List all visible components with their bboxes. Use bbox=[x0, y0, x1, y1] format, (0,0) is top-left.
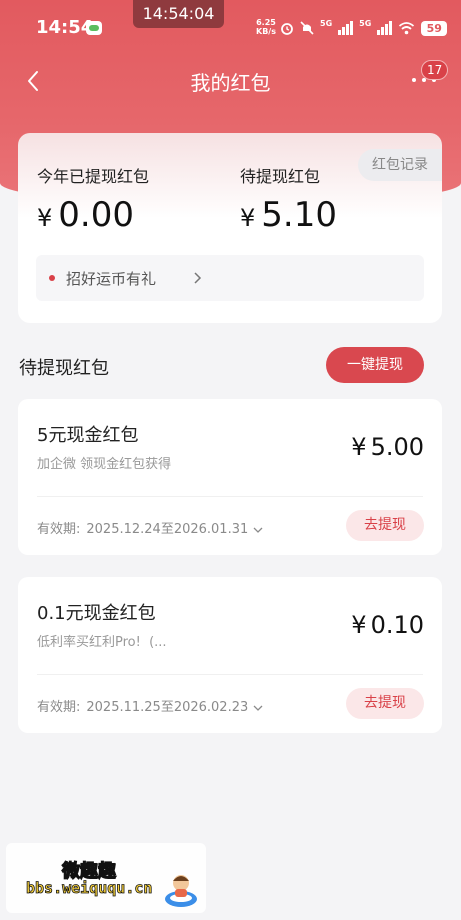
withdraw-all-button[interactable]: 一键提现 bbox=[326, 347, 424, 383]
coupon-amount: ¥5.00 bbox=[351, 433, 424, 461]
coupon-subtitle: 加企微 领现金红包获得 bbox=[37, 457, 172, 472]
watermark-url: bbs.weiququ.cn bbox=[26, 879, 153, 898]
coupon-card: 5元现金红包 加企微 领现金红包获得 ¥5.00 有效期: 2025.12.24至… bbox=[18, 399, 442, 555]
promo-banner[interactable]: 招好运币有礼 bbox=[36, 255, 424, 301]
chevron-down-icon bbox=[253, 527, 263, 533]
coupon-amount-value: 0.10 bbox=[370, 611, 424, 639]
mute-icon bbox=[300, 21, 314, 35]
wechat-icon bbox=[86, 21, 102, 35]
status-time: 14:54 bbox=[36, 17, 94, 38]
validity-label: 有效期: bbox=[37, 522, 81, 537]
promo-text: 招好运币有礼 bbox=[66, 270, 157, 288]
pending-amount-value: 5.10 bbox=[261, 195, 337, 235]
chevron-down-icon bbox=[253, 705, 263, 711]
coupon-amount-value: 5.00 bbox=[370, 433, 424, 461]
withdraw-button[interactable]: 去提现 bbox=[346, 688, 424, 719]
pending-amount: ¥5.10 bbox=[240, 195, 337, 235]
currency-symbol: ¥ bbox=[240, 204, 256, 232]
watermark: 微趣趣 bbs.weiququ.cn bbox=[6, 843, 206, 913]
nav-bar: 我的红包 17 bbox=[0, 56, 461, 106]
mascot-icon bbox=[165, 875, 197, 907]
message-count-badge: 17 bbox=[421, 60, 449, 80]
battery-icon: 59 bbox=[421, 20, 448, 36]
divider bbox=[37, 674, 423, 675]
promo-dot-icon bbox=[49, 275, 55, 281]
withdrawn-amount: ¥0.00 bbox=[37, 195, 134, 235]
wifi-icon bbox=[399, 22, 415, 35]
network-speed: 6.25 KB/s bbox=[256, 18, 276, 36]
currency-symbol: ¥ bbox=[351, 433, 367, 461]
alarm-icon bbox=[281, 23, 293, 35]
records-button[interactable]: 红包记录 bbox=[358, 149, 442, 181]
coupon-subtitle: 低利率买红利Pro! (... bbox=[37, 635, 167, 650]
coupon-validity[interactable]: 有效期: 2025.12.24至2026.01.31 bbox=[37, 518, 263, 537]
validity-date: 2025.12.24至2026.01.31 bbox=[86, 522, 249, 537]
status-center-time: 14:54:04 bbox=[133, 0, 224, 28]
validity-date: 2025.11.25至2026.02.23 bbox=[86, 700, 249, 715]
status-icons: 5G 5G 59 bbox=[280, 18, 448, 38]
chevron-right-icon bbox=[194, 272, 202, 284]
coupon-title: 0.1元现金红包 bbox=[37, 603, 156, 624]
summary-card: 红包记录 今年已提现红包 ¥0.00 待提现红包 ¥5.10 招好运币有礼 bbox=[18, 133, 442, 323]
signal-label-1: 5G bbox=[320, 18, 333, 28]
network-speed-value: 6.25 bbox=[256, 18, 276, 27]
network-speed-unit: KB/s bbox=[256, 27, 276, 36]
coupon-validity[interactable]: 有效期: 2025.11.25至2026.02.23 bbox=[37, 696, 263, 715]
validity-label: 有效期: bbox=[37, 700, 81, 715]
divider bbox=[37, 496, 423, 497]
currency-symbol: ¥ bbox=[351, 611, 367, 639]
currency-symbol: ¥ bbox=[37, 204, 53, 232]
status-bar: 14:54 14:54:04 6.25 KB/s 5G 5G 59 bbox=[0, 0, 461, 56]
withdrawn-label: 今年已提现红包 bbox=[37, 167, 150, 186]
coupon-card: 0.1元现金红包 低利率买红利Pro! (... ¥0.10 有效期: 2025.… bbox=[18, 577, 442, 733]
coupon-amount: ¥0.10 bbox=[351, 611, 424, 639]
page-title: 我的红包 bbox=[190, 71, 271, 95]
pending-label: 待提现红包 bbox=[240, 167, 321, 186]
signal-icon-2 bbox=[377, 21, 393, 35]
coupon-title: 5元现金红包 bbox=[37, 425, 139, 446]
section-title: 待提现红包 bbox=[19, 358, 109, 379]
withdraw-button[interactable]: 去提现 bbox=[346, 510, 424, 541]
signal-icon bbox=[338, 21, 354, 35]
withdrawn-amount-value: 0.00 bbox=[58, 195, 134, 235]
signal-label-2: 5G bbox=[359, 18, 372, 28]
